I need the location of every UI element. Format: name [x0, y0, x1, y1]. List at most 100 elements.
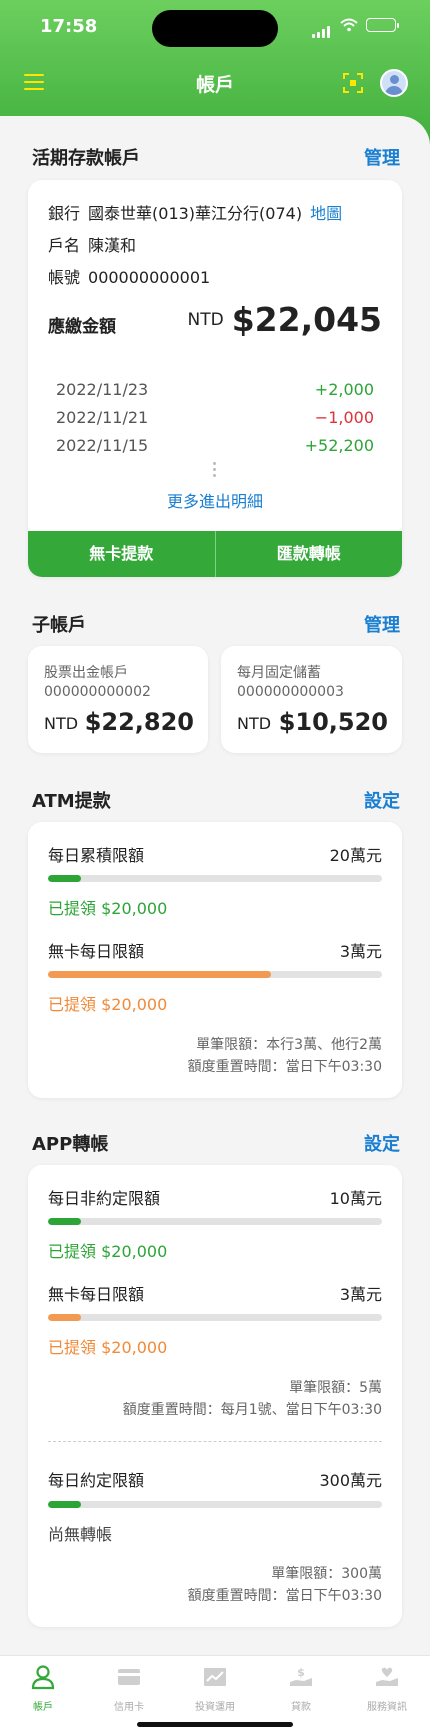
account-label: 帳號	[48, 268, 81, 287]
tab-loan[interactable]: $ 貸款	[258, 1664, 344, 1713]
limit-name: 每日約定限額	[48, 1471, 145, 1490]
limit-note: 額度重置時間：當日下午03:30	[187, 1588, 382, 1604]
status-icons	[312, 18, 399, 38]
tab-investment[interactable]: 投資運用	[172, 1664, 258, 1713]
limit-used: 已提領 $20,000	[48, 995, 168, 1014]
sub-account-label: 股票出金帳戶	[44, 665, 128, 681]
sub-accounts-manage-link[interactable]: 管理	[364, 611, 400, 637]
amount-label: 應繳金額	[48, 317, 116, 337]
limit-used: 已提領 $20,000	[48, 1242, 168, 1261]
sub-account-card[interactable]: 每月固定儲蓄 000000000003 NTD $10,520	[221, 646, 402, 753]
limit-note: 單筆限額：5萬	[289, 1380, 382, 1396]
amount-display: NTD $22,045	[187, 300, 382, 339]
sub-account-label: 每月固定儲蓄	[237, 665, 321, 681]
tx-amount: −1,000	[314, 408, 374, 427]
limit-note: 額度重置時間：當日下午03:30	[187, 1059, 382, 1075]
sub-accounts-section-title: 子帳戶	[32, 615, 86, 636]
tab-label: 服務資訊	[367, 1702, 407, 1713]
sub-account-card[interactable]: 股票出金帳戶 000000000002 NTD $22,820	[28, 646, 208, 753]
account-number-info: 帳號 000000000001	[48, 264, 210, 288]
sub-account-number: 000000000003	[237, 684, 344, 700]
tx-amount: +52,200	[304, 436, 374, 455]
transfer-button[interactable]: 匯款轉帳	[216, 531, 403, 577]
limit-progress-fill	[48, 1218, 82, 1225]
tab-label: 信用卡	[114, 1702, 144, 1713]
sub-accounts-section-header: 子帳戶 管理	[32, 611, 400, 637]
bank-info: 銀行 國泰世華(013)華江分行(074) 地圖	[48, 200, 342, 224]
credit-card-icon	[118, 1669, 140, 1685]
limit-note: 單筆限額：300萬	[271, 1566, 382, 1582]
user-icon	[31, 1665, 55, 1690]
tab-label: 帳戶	[33, 1702, 53, 1713]
atm-settings-link[interactable]: 設定	[364, 787, 400, 813]
limit-progress-bar	[48, 875, 382, 882]
more-transactions-link[interactable]: 更多進出明細	[28, 488, 402, 512]
divider	[48, 1441, 382, 1442]
limit-progress-fill	[48, 971, 271, 978]
scan-icon[interactable]	[342, 72, 364, 94]
sub-account-currency: NTD	[237, 714, 272, 733]
limit-value: 20萬元	[329, 846, 382, 865]
sub-account-number: 000000000002	[44, 684, 151, 700]
tx-date: 2022/11/21	[56, 408, 149, 427]
name-value: 陳漢和	[88, 236, 137, 255]
limit-progress-fill	[48, 1314, 82, 1321]
home-indicator	[137, 1722, 293, 1727]
amount-value: $22,045	[231, 300, 382, 339]
limit-progress-bar	[48, 1218, 382, 1225]
app-transfer-section-title: APP轉帳	[32, 1134, 109, 1155]
tab-label: 投資運用	[195, 1702, 235, 1713]
limit-progress-bar	[48, 1501, 382, 1508]
savings-section-title: 活期存款帳戶	[32, 148, 140, 169]
atm-section-header: ATM提款 設定	[32, 787, 400, 813]
limit-progress-bar	[48, 971, 382, 978]
tx-amount: +2,000	[314, 380, 374, 399]
limit-name: 每日累積限額	[48, 846, 145, 865]
service-icon	[376, 1667, 398, 1686]
transaction-row[interactable]: 2022/11/21 −1,000	[56, 408, 374, 430]
cardless-withdraw-button[interactable]: 無卡提款	[28, 531, 215, 577]
page-title: 帳戶	[195, 74, 234, 96]
name-label: 戶名	[48, 236, 81, 255]
chart-icon	[204, 1668, 226, 1686]
atm-limits-card: 每日累積限額 20萬元 已提領 $20,000 無卡每日限額 3萬元 已提領 $…	[28, 822, 402, 1098]
savings-manage-link[interactable]: 管理	[364, 144, 400, 170]
loan-icon: $	[290, 1666, 312, 1686]
limit-used: 尚無轉帳	[48, 1525, 113, 1544]
transaction-row[interactable]: 2022/11/15 +52,200	[56, 436, 374, 458]
sub-account-currency: NTD	[44, 714, 79, 733]
dynamic-island	[152, 10, 278, 47]
amount-currency: NTD	[187, 310, 224, 330]
map-link[interactable]: 地圖	[310, 204, 342, 223]
navbar: 帳戶	[0, 60, 430, 106]
signal-icon	[312, 19, 332, 38]
limit-value: 3萬元	[339, 1285, 382, 1304]
svg-text:$: $	[297, 1666, 305, 1679]
avatar[interactable]	[380, 69, 408, 97]
limit-used: 已提領 $20,000	[48, 1338, 168, 1357]
limit-value: 300萬元	[319, 1471, 382, 1490]
atm-section-title: ATM提款	[32, 791, 111, 812]
app-transfer-limits-card: 每日非約定限額 10萬元 已提領 $20,000 無卡每日限額 3萬元 已提領 …	[28, 1165, 402, 1627]
limit-progress-bar	[48, 1314, 382, 1321]
more-dots-icon	[213, 462, 217, 480]
sub-account-amount: $10,520	[278, 708, 388, 736]
tab-account[interactable]: 帳戶	[0, 1664, 86, 1713]
bank-value: 國泰世華(013)華江分行(074)	[88, 204, 303, 223]
transaction-row[interactable]: 2022/11/23 +2,000	[56, 380, 374, 402]
tab-credit-card[interactable]: 信用卡	[86, 1664, 172, 1713]
wifi-icon	[340, 18, 358, 32]
limit-note: 單筆限額：本行3萬、他行2萬	[196, 1037, 382, 1053]
limit-value: 3萬元	[339, 942, 382, 961]
tx-date: 2022/11/15	[56, 436, 149, 455]
tab-service[interactable]: 服務資訊	[344, 1664, 430, 1713]
sub-account-amount: $22,820	[84, 708, 194, 736]
tx-date: 2022/11/23	[56, 380, 149, 399]
limit-value: 10萬元	[329, 1189, 382, 1208]
battery-icon	[366, 18, 399, 32]
status-bar: 17:58	[0, 0, 430, 54]
limit-name: 無卡每日限額	[48, 1285, 145, 1304]
app-transfer-settings-link[interactable]: 設定	[364, 1130, 400, 1156]
limit-name: 無卡每日限額	[48, 942, 145, 961]
limit-name: 每日非約定限額	[48, 1189, 161, 1208]
